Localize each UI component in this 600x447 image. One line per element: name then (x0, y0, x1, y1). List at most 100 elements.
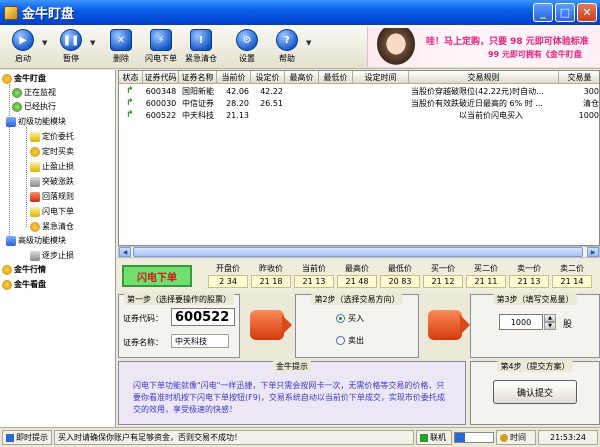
column-header[interactable]: 交易量 (559, 71, 599, 84)
spin-down-icon[interactable]: ▼ (544, 322, 556, 330)
help-dropdown-icon[interactable]: ▼ (306, 39, 311, 47)
confirm-submit-button[interactable]: 确认提交 (493, 380, 577, 404)
column-header[interactable]: 证券代码 (143, 71, 179, 84)
unit-label: 股 (563, 320, 573, 330)
column-header[interactable]: 证券名称 (179, 71, 217, 84)
start-dropdown-icon[interactable]: ▼ (42, 39, 47, 47)
window-title: 金牛盯盘 (22, 7, 75, 22)
delete-button[interactable]: ✕ 删除 (104, 29, 138, 67)
play-icon: ▶ (12, 29, 34, 51)
scroll-thumb[interactable] (133, 247, 583, 257)
quote-label: 昨收价 (259, 264, 283, 273)
orders-table: 状态 证券代码 证券名称 当前价 设定价 最高价 最低价 设定时间 交易规则 交… (118, 70, 600, 246)
gear-icon: ⚙ (236, 29, 258, 51)
close-button[interactable]: ✕ (577, 3, 597, 22)
status-label: 即时提示 (2, 430, 52, 445)
name-label: 证券名称： (123, 338, 163, 347)
tree-item-timed-trade[interactable]: 定时买卖 (30, 145, 74, 158)
progress-bar (454, 432, 494, 443)
tree-item-advanced[interactable]: 高级功能模块 (6, 234, 66, 247)
quote-label: 开盘价 (216, 264, 240, 273)
column-header[interactable]: 设定时间 (353, 71, 409, 84)
ad-line-2: 99 元即可拥有《金牛盯盘 (488, 50, 582, 59)
tree-item-price-order[interactable]: 定价委托 (30, 130, 74, 143)
step1-title: 第一步（选择要操作的股票） (124, 294, 234, 305)
quote-label: 买二价 (474, 264, 498, 273)
tree-item-step-stop[interactable]: 逐步止损 (30, 249, 74, 262)
column-header[interactable]: 最低价 (319, 71, 353, 84)
tree-item-market[interactable]: 金牛行情 (2, 263, 46, 276)
flash-order-main-button[interactable]: 闪电下单 (122, 265, 192, 287)
steps-icon (30, 250, 40, 261)
ad-portrait (374, 28, 418, 67)
quote-label: 卖二价 (560, 264, 584, 273)
scroll-left-icon[interactable]: ◀ (119, 247, 131, 257)
quote-value: 20 83 (380, 275, 420, 288)
column-header[interactable]: 设定价 (251, 71, 285, 84)
flash-order-button[interactable]: ⚡ 闪电下单 (144, 29, 178, 67)
column-header[interactable]: 最高价 (285, 71, 319, 84)
maximize-button[interactable]: □ (555, 3, 575, 22)
stock-code-input[interactable]: 600522 (171, 308, 235, 326)
table-row[interactable]: ↱ (119, 98, 143, 109)
module-icon (6, 235, 16, 246)
horizontal-scrollbar[interactable]: ◀ ▶ (118, 246, 600, 258)
column-header[interactable]: 当前价 (217, 71, 251, 84)
pause-icon: ❚❚ (60, 29, 82, 51)
tips-text: 闪电下单功能就像"闪电"一样迅捷，下单只需会按网卡一次，无需价格等交易的价格，只… (133, 381, 445, 414)
pause-dropdown-icon[interactable]: ▼ (90, 39, 95, 47)
tree-item-stop-loss[interactable]: 止盈止损 (30, 160, 74, 173)
settings-button[interactable]: ⚙ 设置 (230, 29, 264, 67)
network-icon (420, 433, 428, 442)
quote-value: 21 12 (423, 275, 463, 288)
status-arrow-icon: ↱ (126, 98, 134, 108)
tree-item-executed[interactable]: 已经执行 (12, 100, 56, 113)
radio-selected-icon (336, 314, 345, 323)
spin-up-icon[interactable]: ▲ (544, 314, 556, 322)
scale-icon (30, 161, 40, 172)
tree-item-breakout[interactable]: 突破涨跌 (30, 175, 74, 188)
quote-label: 最低价 (388, 264, 412, 273)
table-row[interactable]: ↱ (119, 86, 143, 97)
app-icon (4, 5, 18, 20)
column-header[interactable]: 状态 (119, 71, 143, 84)
status-bar: 即时提示 买入时请确保你账户有足够资金，否则交易不成功！ 联机 时间 21:53… (0, 427, 600, 447)
minimize-button[interactable]: _ (533, 3, 553, 22)
tips-panel: 金牛提示 闪电下单功能就像"闪电"一样迅捷，下单只需会按网卡一次，无需价格等交易… (118, 361, 466, 425)
step3-title: 第3步（填写交易量） (493, 294, 577, 305)
scroll-right-icon[interactable]: ▶ (587, 247, 599, 257)
table-row[interactable]: ↱ (119, 110, 143, 121)
clock-icon (30, 146, 40, 157)
lightning-icon: ⚡ (150, 29, 172, 51)
quote-value: 21 48 (337, 275, 377, 288)
tree-item-news[interactable]: 金牛看盘 (2, 278, 46, 291)
status-arrow-icon: ↱ (126, 110, 134, 120)
start-button[interactable]: ▶ 启动 (6, 29, 40, 67)
tree-item-watching[interactable]: 正在监视 (12, 86, 56, 99)
stock-name-field: 中天科技 (171, 334, 229, 348)
quote-label: 最高价 (345, 264, 369, 273)
tree-item-flash-order[interactable]: 闪电下单 (30, 205, 74, 218)
pause-button[interactable]: ❚❚ 暂停 (54, 29, 88, 67)
clear-positions-button[interactable]: ! 紧急清仓 (184, 29, 218, 67)
step1-panel: 第一步（选择要操作的股票） 证券代码： 600522 证券名称： 中天科技 (118, 294, 240, 358)
tree-item-pullback[interactable]: 回落规则 (30, 190, 74, 203)
quote-value: 21 11 (466, 275, 506, 288)
tree-root-item[interactable]: 金牛盯盘 (2, 72, 46, 85)
tree-item-clear-positions[interactable]: 紧急清仓 (30, 220, 74, 233)
quantity-input[interactable]: 1000 (499, 314, 543, 330)
step2-title: 第2步（选择交易方向） (311, 294, 403, 305)
buy-radio[interactable]: 买入 (336, 313, 364, 324)
step-arrow-icon (250, 310, 292, 340)
sell-radio[interactable]: 卖出 (336, 335, 364, 346)
coin-icon (2, 264, 12, 275)
quote-value: 21 18 (251, 275, 291, 288)
help-button[interactable]: ? 帮助 (270, 29, 304, 67)
ad-banner[interactable]: 哇！马上定购，只要 98 元即可体验标准 99 元即可拥有《金牛盯盘 (367, 27, 600, 67)
tree-item-module[interactable]: 初级功能模块 (6, 115, 66, 128)
step-arrow-icon (428, 310, 470, 340)
title-bar: 金牛盯盘 _ □ ✕ (0, 0, 600, 25)
navigation-tree: 金牛盯盘 正在监视 已经执行 初级功能模块 定价委托 定时买卖 止盈止损 突破涨… (0, 70, 116, 427)
column-header[interactable]: 交易规则 (409, 71, 559, 84)
quote-value: 21 13 (509, 275, 549, 288)
